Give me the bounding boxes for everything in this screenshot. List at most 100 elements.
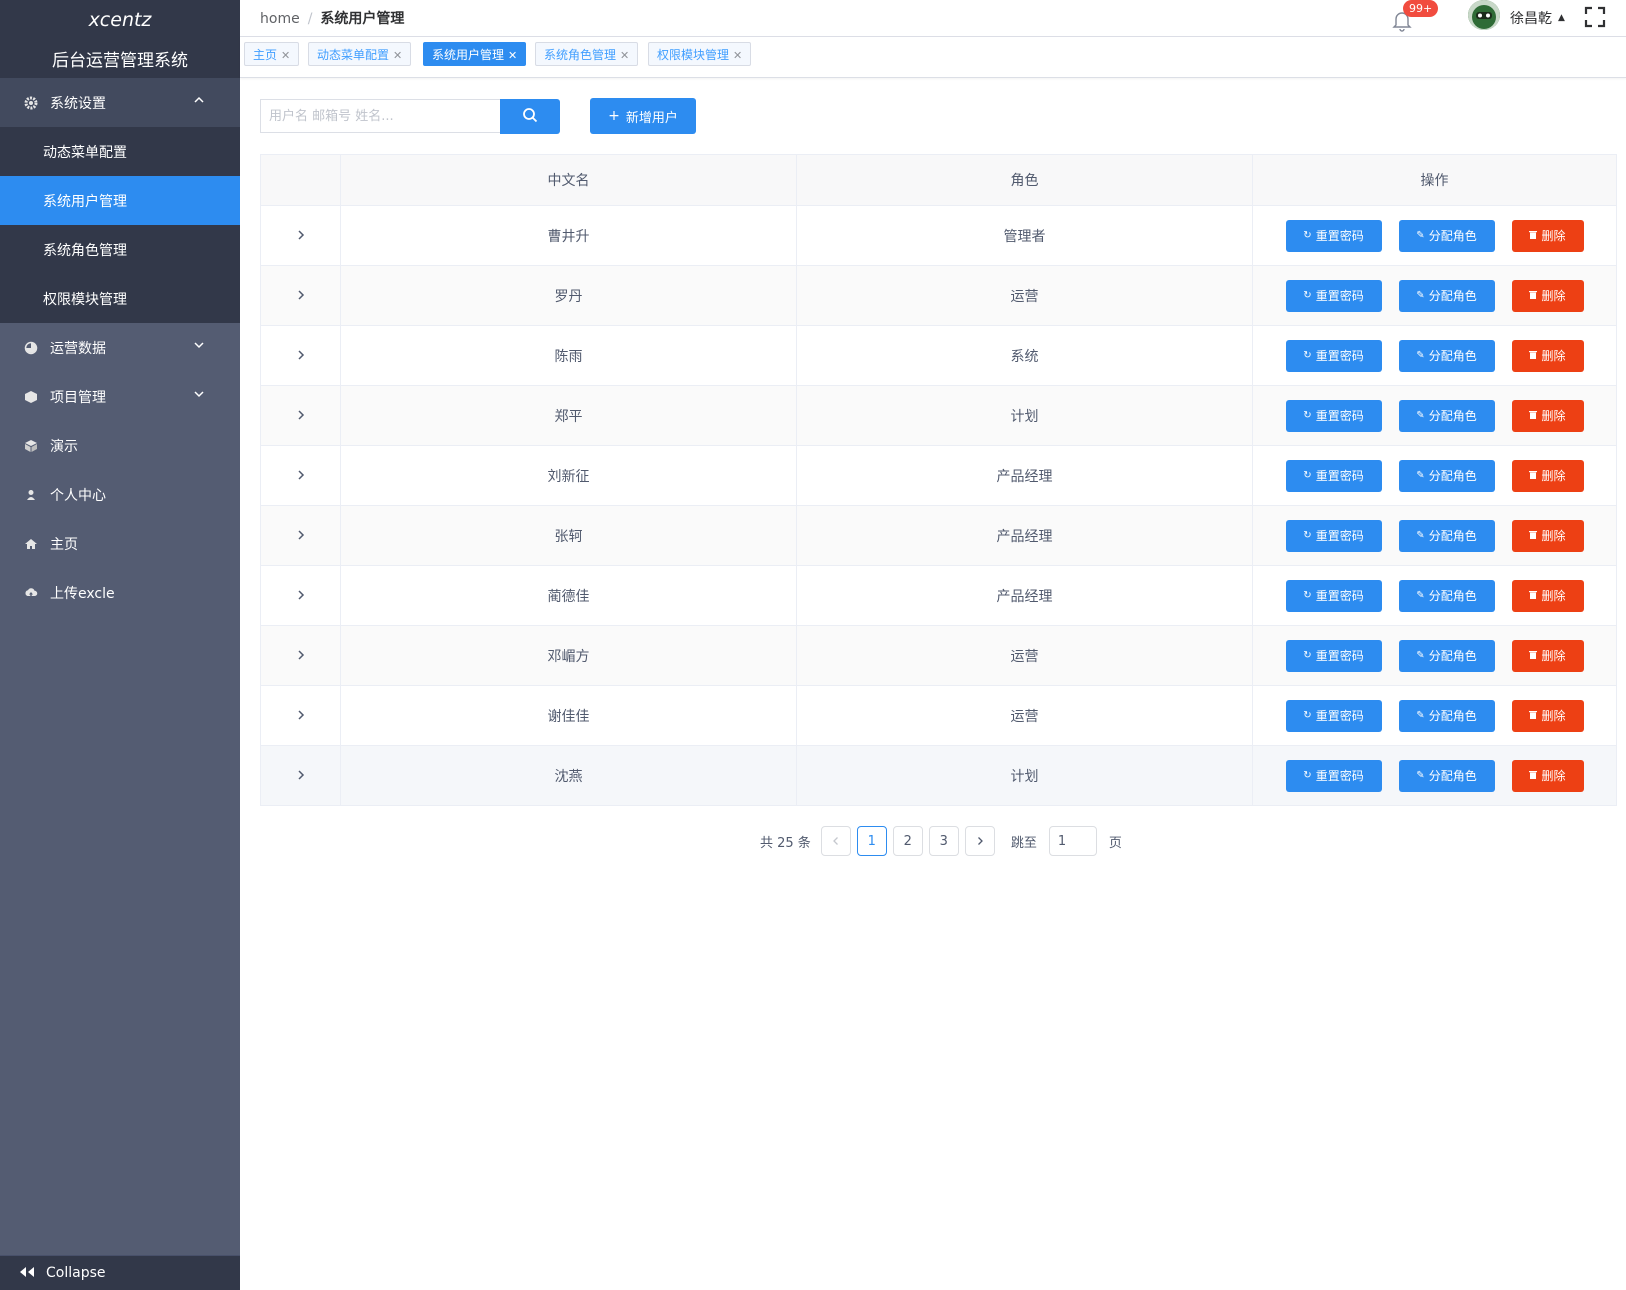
reset-password-button[interactable]: ↻ 重置密码: [1285, 219, 1382, 252]
delete-button[interactable]: 删除: [1511, 399, 1584, 432]
chevron-right-icon[interactable]: [296, 286, 306, 305]
expand-cell[interactable]: [260, 565, 341, 626]
chevron-right-icon[interactable]: [296, 466, 306, 485]
expand-cell[interactable]: [260, 445, 341, 506]
reset-password-label: 重置密码: [1315, 349, 1364, 363]
expand-cell[interactable]: [260, 505, 341, 566]
submenu-user-management[interactable]: 系统用户管理: [0, 176, 240, 225]
chevron-right-icon[interactable]: [296, 646, 306, 665]
caret-up-icon[interactable]: ▲: [1558, 13, 1565, 23]
reset-password-button[interactable]: ↻ 重置密码: [1285, 279, 1382, 312]
breadcrumb-home[interactable]: home: [260, 11, 300, 27]
tag-label: 权限模块管理: [657, 48, 730, 62]
assign-role-button[interactable]: ✎ 分配角色: [1398, 279, 1495, 312]
assign-role-button[interactable]: ✎ 分配角色: [1398, 399, 1495, 432]
tag-dynamic-menu[interactable]: 动态菜单配置 ✕: [308, 42, 412, 66]
expand-cell[interactable]: [260, 265, 341, 326]
chevron-right-icon[interactable]: [296, 346, 306, 365]
delete-button[interactable]: 删除: [1511, 279, 1584, 312]
jump-page-input[interactable]: 1: [1048, 826, 1097, 856]
sidebar: xcentz 后台运营管理系统 系统设置 动态菜单配置 系统用户管理 系统角色管…: [0, 0, 240, 1290]
avatar[interactable]: [1468, 0, 1500, 30]
assign-role-label: 分配角色: [1428, 469, 1477, 483]
reset-password-button[interactable]: ↻ 重置密码: [1285, 399, 1382, 432]
close-icon[interactable]: ✕: [508, 49, 517, 62]
submenu-dynamic-menu[interactable]: 动态菜单配置: [0, 127, 240, 176]
menu-upload-excel[interactable]: 上传excle: [0, 568, 240, 617]
delete-button[interactable]: 删除: [1511, 579, 1584, 612]
refresh-icon: ↻: [1303, 230, 1312, 241]
delete-button[interactable]: 删除: [1511, 219, 1584, 252]
reset-password-button[interactable]: ↻ 重置密码: [1285, 459, 1382, 492]
tags-bar: 主页 ✕ 动态菜单配置 ✕ 系统用户管理 ✕ 系统角色管理 ✕ 权限模块管理 ✕: [240, 37, 1626, 78]
search-button[interactable]: [500, 99, 560, 134]
chevron-right-icon[interactable]: [296, 226, 306, 245]
chevron-right-icon[interactable]: [296, 766, 306, 785]
assign-role-button[interactable]: ✎ 分配角色: [1398, 519, 1495, 552]
assign-role-button[interactable]: ✎ 分配角色: [1398, 759, 1495, 792]
delete-button[interactable]: 删除: [1511, 699, 1584, 732]
delete-label: 删除: [1541, 649, 1566, 663]
chevron-right-icon[interactable]: [296, 586, 306, 605]
chevron-right-icon[interactable]: [296, 706, 306, 725]
expand-cell[interactable]: [260, 685, 341, 746]
tag-label: 系统用户管理: [432, 48, 505, 62]
collapse-button[interactable]: Collapse: [0, 1255, 240, 1290]
close-icon[interactable]: ✕: [281, 49, 290, 62]
reset-password-button[interactable]: ↻ 重置密码: [1285, 519, 1382, 552]
page-button-3[interactable]: 3: [928, 826, 959, 856]
assign-role-button[interactable]: ✎ 分配角色: [1398, 579, 1495, 612]
add-user-button[interactable]: + 新增用户: [590, 98, 696, 134]
close-icon[interactable]: ✕: [620, 49, 629, 62]
tag-home[interactable]: 主页 ✕: [244, 42, 300, 66]
delete-button[interactable]: 删除: [1511, 519, 1584, 552]
fullscreen-icon[interactable]: [1584, 6, 1606, 28]
submenu-role-management[interactable]: 系统角色管理: [0, 225, 240, 274]
expand-cell[interactable]: [260, 625, 341, 686]
name-cell: 郑平: [340, 385, 797, 446]
submenu-permission-management[interactable]: 权限模块管理: [0, 274, 240, 323]
menu-demo[interactable]: 演示: [0, 421, 240, 470]
menu-system-settings[interactable]: 系统设置: [0, 78, 240, 127]
reset-password-button[interactable]: ↻ 重置密码: [1285, 339, 1382, 372]
prev-page-button[interactable]: [820, 826, 851, 856]
assign-role-button[interactable]: ✎ 分配角色: [1398, 459, 1495, 492]
menu-operations-data[interactable]: 运营数据: [0, 323, 240, 372]
reset-password-button[interactable]: ↻ 重置密码: [1285, 579, 1382, 612]
page-button-2[interactable]: 2: [892, 826, 923, 856]
chevron-up-icon: [192, 93, 206, 107]
expand-cell[interactable]: [260, 325, 341, 386]
tag-user-management[interactable]: 系统用户管理 ✕: [423, 42, 527, 66]
menu-label: 演示: [50, 438, 78, 455]
close-icon[interactable]: ✕: [393, 49, 402, 62]
tag-role-management[interactable]: 系统角色管理 ✕: [535, 42, 639, 66]
delete-button[interactable]: 删除: [1511, 459, 1584, 492]
delete-button[interactable]: 删除: [1511, 759, 1584, 792]
menu-personal-center[interactable]: 个人中心: [0, 470, 240, 519]
tag-permission-management[interactable]: 权限模块管理 ✕: [648, 42, 752, 66]
chevron-right-icon[interactable]: [296, 406, 306, 425]
close-icon[interactable]: ✕: [733, 49, 742, 62]
reset-password-button[interactable]: ↻ 重置密码: [1285, 699, 1382, 732]
reset-password-button[interactable]: ↻ 重置密码: [1285, 639, 1382, 672]
username[interactable]: 徐昌乾: [1510, 8, 1552, 28]
expand-cell[interactable]: [260, 745, 341, 806]
page-button-1[interactable]: 1: [856, 826, 887, 856]
delete-button[interactable]: 删除: [1511, 639, 1584, 672]
expand-cell[interactable]: [260, 205, 341, 266]
gear-icon: [24, 96, 38, 110]
edit-icon: ✎: [1416, 350, 1425, 361]
assign-role-button[interactable]: ✎ 分配角色: [1398, 219, 1495, 252]
search-input[interactable]: [260, 99, 500, 133]
chevron-right-icon[interactable]: [296, 526, 306, 545]
reset-password-button[interactable]: ↻ 重置密码: [1285, 759, 1382, 792]
assign-role-button[interactable]: ✎ 分配角色: [1398, 339, 1495, 372]
next-page-button[interactable]: [964, 826, 995, 856]
delete-button[interactable]: 删除: [1511, 339, 1584, 372]
assign-role-button[interactable]: ✎ 分配角色: [1398, 699, 1495, 732]
menu-home[interactable]: 主页: [0, 519, 240, 568]
expand-cell[interactable]: [260, 385, 341, 446]
assign-role-button[interactable]: ✎ 分配角色: [1398, 639, 1495, 672]
home-icon: [24, 537, 38, 551]
menu-project-management[interactable]: 项目管理: [0, 372, 240, 421]
